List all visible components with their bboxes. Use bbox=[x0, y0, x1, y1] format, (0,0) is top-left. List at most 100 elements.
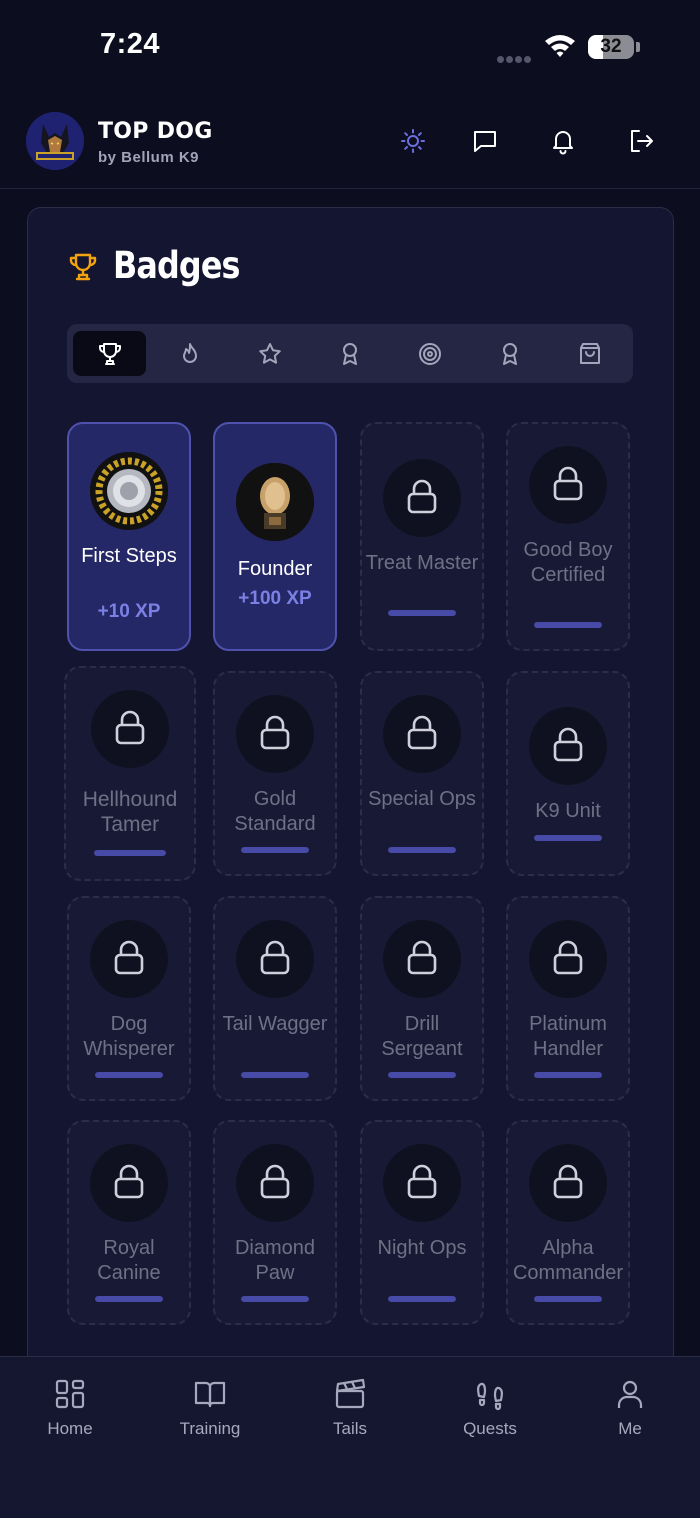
home-grid-icon bbox=[55, 1379, 85, 1409]
bell-icon[interactable] bbox=[549, 127, 577, 155]
badge-card-founder[interactable]: Founder +100 XP bbox=[213, 422, 337, 651]
target-icon bbox=[418, 342, 441, 365]
locked-medal bbox=[236, 920, 314, 998]
badge-name: First Steps bbox=[81, 545, 177, 567]
lock-icon bbox=[553, 940, 583, 975]
badge-progress bbox=[95, 1072, 163, 1078]
tab-ribbon[interactable] bbox=[313, 331, 386, 376]
badge-card-diamond-paw[interactable]: Diamond Paw bbox=[213, 1120, 337, 1325]
locked-medal bbox=[383, 695, 461, 773]
battery-icon: 32 bbox=[588, 35, 634, 59]
badge-name: Alpha Commander bbox=[512, 1237, 624, 1284]
battery-level: 32 bbox=[600, 36, 622, 57]
badge-card-special-ops[interactable]: Special Ops bbox=[360, 671, 484, 876]
lock-icon bbox=[115, 710, 145, 745]
nav-label: Me bbox=[618, 1419, 642, 1438]
locked-medal bbox=[236, 695, 314, 773]
badge-card-k9-unit[interactable]: K9 Unit bbox=[506, 671, 630, 876]
battery-tip bbox=[636, 42, 640, 52]
locked-medal bbox=[236, 1144, 314, 1222]
nav-home[interactable]: Home bbox=[10, 1377, 130, 1439]
tab-trophy[interactable] bbox=[73, 331, 146, 376]
cellular-signal-icon bbox=[497, 50, 533, 63]
nav-label: Training bbox=[179, 1419, 241, 1438]
badge-card-hellhound-tamer[interactable]: Hellhound Tamer bbox=[64, 666, 196, 881]
status-time: 7:24 bbox=[100, 28, 161, 60]
badge-xp: +100 XP bbox=[238, 588, 312, 609]
badge-name: Night Ops bbox=[377, 1237, 467, 1259]
badge-progress bbox=[241, 1072, 309, 1078]
badge-card-tail-wagger[interactable]: Tail Wagger bbox=[213, 896, 337, 1101]
locked-medal bbox=[91, 690, 169, 768]
badge-progress bbox=[241, 847, 309, 853]
badge-card-alpha-commander[interactable]: Alpha Commander bbox=[506, 1120, 630, 1325]
badge-progress bbox=[388, 1296, 456, 1302]
nav-training[interactable]: Training bbox=[150, 1377, 270, 1439]
badge-progress bbox=[534, 622, 602, 628]
clapperboard-icon bbox=[335, 1378, 366, 1409]
badge-card-dog-whisperer[interactable]: Dog Whisperer bbox=[67, 896, 191, 1101]
badge-progress bbox=[241, 1296, 309, 1302]
badge-name: Special Ops bbox=[368, 788, 476, 810]
lock-icon bbox=[260, 1164, 290, 1199]
medal-icon bbox=[502, 342, 517, 365]
badge-progress bbox=[94, 850, 166, 856]
sun-icon[interactable] bbox=[399, 127, 427, 155]
lock-icon bbox=[407, 940, 437, 975]
lock-icon bbox=[407, 715, 437, 750]
logo[interactable] bbox=[26, 112, 84, 170]
badge-progress bbox=[95, 1296, 163, 1302]
lock-icon bbox=[553, 1164, 583, 1199]
status-bar: 7:24 32 bbox=[0, 0, 700, 95]
footprints-icon bbox=[477, 1382, 503, 1411]
locked-medal bbox=[90, 1144, 168, 1222]
chat-icon[interactable] bbox=[471, 127, 499, 155]
app-subtitle: by Bellum K9 bbox=[98, 149, 200, 166]
lock-icon bbox=[407, 1164, 437, 1199]
lock-icon bbox=[553, 727, 583, 762]
locked-medal bbox=[90, 920, 168, 998]
lock-icon bbox=[114, 940, 144, 975]
badge-progress bbox=[388, 847, 456, 853]
app-header: TOP DOG by Bellum K9 bbox=[0, 95, 700, 189]
tab-flame[interactable] bbox=[153, 331, 226, 376]
lock-icon bbox=[260, 715, 290, 750]
badge-card-royal-canine[interactable]: Royal Canine bbox=[67, 1120, 191, 1325]
nav-label: Tails bbox=[332, 1419, 367, 1438]
locked-medal bbox=[529, 707, 607, 785]
badge-card-drill-sergeant[interactable]: Drill Sergeant bbox=[360, 896, 484, 1101]
badge-name: Treat Master bbox=[365, 552, 479, 574]
badges-title: Badges bbox=[113, 244, 241, 287]
badge-card-treat-master[interactable]: Treat Master bbox=[360, 422, 484, 651]
tab-shop[interactable] bbox=[553, 331, 626, 376]
badge-card-night-ops[interactable]: Night Ops bbox=[360, 1120, 484, 1325]
trophy-icon bbox=[98, 342, 121, 365]
badge-name: Dog Whisperer bbox=[83, 1013, 175, 1060]
badge-name: Diamond Paw bbox=[234, 1237, 316, 1284]
locked-medal bbox=[529, 920, 607, 998]
badge-card-platinum-handler[interactable]: Platinum Handler bbox=[506, 896, 630, 1101]
locked-medal bbox=[383, 459, 461, 537]
logout-icon[interactable] bbox=[627, 127, 655, 155]
tab-target[interactable] bbox=[393, 331, 466, 376]
badge-name: Tail Wagger bbox=[222, 1013, 328, 1035]
badge-card-good-boy-certified[interactable]: Good Boy Certified bbox=[506, 422, 630, 651]
lock-icon bbox=[260, 940, 290, 975]
bottom-nav: Home Training Tails Quests Me bbox=[0, 1356, 700, 1518]
trophy-icon bbox=[69, 253, 97, 281]
locked-medal bbox=[383, 920, 461, 998]
lock-icon bbox=[407, 479, 437, 514]
tab-star[interactable] bbox=[233, 331, 306, 376]
badge-card-first-steps[interactable]: First Steps +10 XP bbox=[67, 422, 191, 651]
medal-image bbox=[90, 452, 168, 530]
badge-name: Founder bbox=[237, 558, 313, 580]
badge-card-gold-standard[interactable]: Gold Standard bbox=[213, 671, 337, 876]
lock-icon bbox=[114, 1164, 144, 1199]
flame-icon bbox=[182, 342, 197, 363]
tab-medal[interactable] bbox=[473, 331, 546, 376]
nav-me[interactable]: Me bbox=[570, 1377, 690, 1439]
nav-tails[interactable]: Tails bbox=[290, 1377, 410, 1439]
nav-quests[interactable]: Quests bbox=[430, 1377, 550, 1439]
badge-name: K9 Unit bbox=[535, 800, 601, 822]
badge-progress bbox=[534, 1072, 602, 1078]
